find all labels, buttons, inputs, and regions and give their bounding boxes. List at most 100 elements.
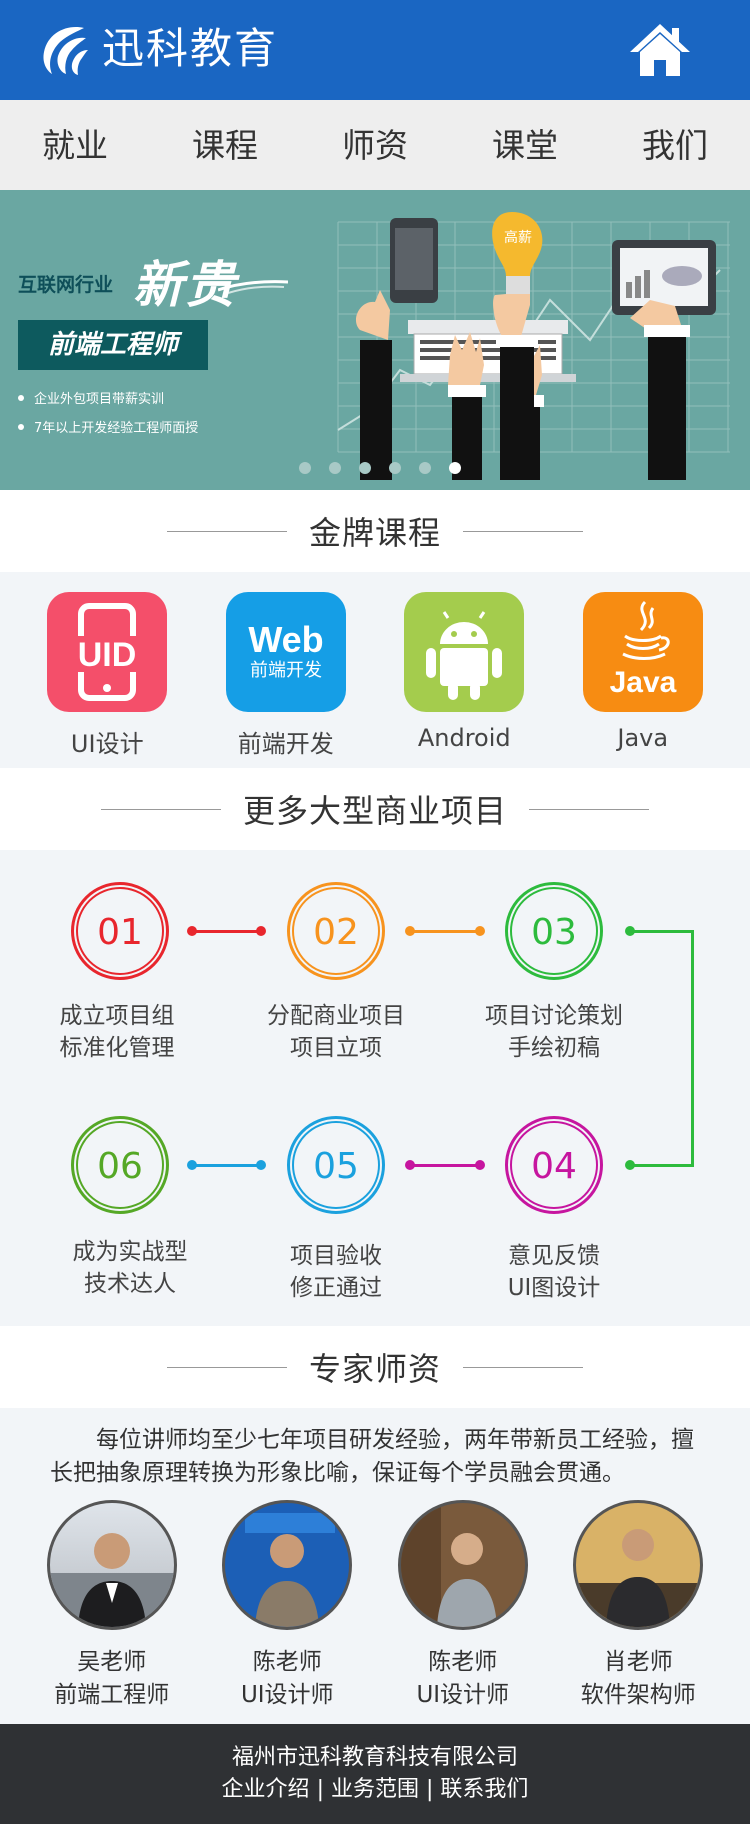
step-number: 03 — [510, 887, 598, 975]
nav-item-teachers[interactable]: 师资 — [300, 100, 450, 190]
project-process: 01 成立项目组 标准化管理 02 分配商业项目 项目立项 03 项目讨论策划 … — [0, 850, 750, 1326]
step-line: 修正通过 — [290, 1275, 382, 1301]
step-line: 项目验收 — [290, 1243, 382, 1269]
step-line: 手绘初稿 — [508, 1035, 600, 1061]
slide-dot[interactable] — [299, 462, 311, 474]
step-line: 成为实战型 — [72, 1239, 188, 1265]
avatar — [573, 1500, 704, 1630]
connector-line — [630, 1164, 694, 1167]
footer-link-business[interactable]: 业务范围 — [331, 1777, 419, 1802]
step-circle: 05 — [287, 1116, 385, 1214]
slide-dot[interactable] — [389, 462, 401, 474]
step-label: 项目讨论策划 手绘初稿 — [464, 1000, 644, 1064]
step-number: 01 — [76, 887, 164, 975]
teacher-name: 吴老师 — [77, 1649, 147, 1675]
banner-industry: 互联网行业 — [18, 274, 114, 296]
section-title: 金牌课程 — [308, 514, 441, 552]
step-label: 项目验收 修正通过 — [246, 1240, 426, 1304]
divider — [166, 1366, 287, 1368]
step-label: 成为实战型 技术达人 — [40, 1236, 220, 1300]
slide-indicators — [0, 462, 750, 474]
svg-text:Web: Web — [248, 619, 323, 660]
course-ui[interactable]: UID UI设计 — [32, 592, 182, 768]
step-number: 06 — [76, 1121, 164, 1209]
teacher-name: 肖老师 — [603, 1649, 673, 1675]
step-number: 02 — [292, 887, 380, 975]
section-header-projects: 更多大型商业项目 — [0, 768, 750, 850]
logo[interactable]: 迅科教育 — [38, 22, 278, 76]
connector-dot — [475, 1160, 485, 1170]
course-android[interactable]: Android — [389, 592, 539, 768]
teacher-card[interactable]: 陈老师 UI设计师 — [207, 1500, 367, 1732]
teacher-role: UI设计师 — [416, 1682, 510, 1708]
teachers-area: 每位讲师均至少七年项目研发经验，两年带新员工经验，擅长把抽象原理转换为形象比喻，… — [0, 1408, 750, 1728]
divider — [463, 1366, 583, 1368]
hero-banner[interactable]: 互联网行业 新贵 前端工程师 企业外包项目带薪实训 7年以上开发经验工程师面授 — [0, 190, 750, 490]
teacher-role: 软件架构师 — [580, 1682, 696, 1708]
course-label: UI设计 — [70, 730, 144, 758]
teacher-role: UI设计师 — [240, 1682, 334, 1708]
banner-illustration: 高薪 — [337, 212, 730, 480]
footer-links: 企业介绍 | 业务范围 | 联系我们 — [0, 1774, 750, 1806]
svg-text:UID: UID — [78, 636, 137, 674]
svg-text:前端开发: 前端开发 — [250, 660, 322, 681]
step-line: 技术达人 — [84, 1271, 176, 1297]
step-circle: 01 — [71, 882, 169, 980]
banner-copy: 互联网行业 新贵 前端工程师 企业外包项目带薪实训 7年以上开发经验工程师面授 — [18, 190, 338, 490]
slide-dot-active[interactable] — [449, 462, 461, 474]
slide-dot[interactable] — [359, 462, 371, 474]
course-list: UID UI设计 Web 前端开发 前端开发 Android Java Java — [0, 572, 750, 768]
divider — [529, 808, 649, 810]
divider — [463, 530, 583, 532]
nav-item-about[interactable]: 我们 — [600, 100, 750, 190]
avatar — [222, 1500, 353, 1630]
step-line: 项目立项 — [290, 1035, 382, 1061]
connector-line — [410, 1164, 480, 1167]
teacher-name: 陈老师 — [252, 1649, 322, 1675]
logo-swoosh-icon — [43, 27, 88, 75]
teacher-card[interactable]: 陈老师 UI设计师 — [383, 1500, 543, 1732]
swoosh-decoration-icon — [218, 280, 288, 294]
header: 迅科教育 — [0, 0, 750, 100]
uid-phone-icon: UID — [47, 592, 168, 712]
course-label: 前端开发 — [237, 730, 334, 758]
course-web[interactable]: Web 前端开发 前端开发 — [211, 592, 361, 768]
footer-link-contact[interactable]: 联系我们 — [440, 1777, 528, 1802]
course-java[interactable]: Java Java — [568, 592, 718, 768]
step-number: 05 — [292, 1121, 380, 1209]
step-line: 成立项目组 — [59, 1003, 175, 1029]
teacher-card[interactable]: 吴老师 前端工程师 — [32, 1500, 192, 1732]
connector-line — [630, 930, 694, 933]
course-label: Android — [417, 724, 511, 752]
connector-dot — [187, 1160, 197, 1170]
slide-dot[interactable] — [419, 462, 431, 474]
teacher-card[interactable]: 肖老师 软件架构师 — [558, 1500, 718, 1732]
connector-dot — [475, 926, 485, 936]
avatar — [46, 1500, 177, 1630]
nav-item-jobs[interactable]: 就业 — [0, 100, 150, 190]
connector-dot — [256, 926, 266, 936]
slide-dot[interactable] — [329, 462, 341, 474]
course-label: Java — [617, 724, 669, 752]
teacher-role: 前端工程师 — [54, 1682, 170, 1708]
divider — [166, 530, 287, 532]
step-label: 成立项目组 标准化管理 — [27, 1000, 207, 1064]
step-circle: 03 — [505, 882, 603, 980]
home-icon[interactable] — [628, 22, 692, 78]
connector-line — [192, 930, 260, 933]
android-icon — [404, 592, 525, 712]
footer-link-about[interactable]: 企业介绍 — [222, 1777, 310, 1802]
web-icon: Web 前端开发 — [225, 592, 346, 712]
section-header-teachers: 专家师资 — [0, 1326, 750, 1408]
footer-separator: | — [316, 1777, 324, 1802]
nav-item-courses[interactable]: 课程 — [150, 100, 300, 190]
step-label: 意见反馈 UI图设计 — [464, 1240, 644, 1304]
company-name: 福州市迅科教育科技有限公司 — [231, 1745, 518, 1770]
nav-item-classroom[interactable]: 课堂 — [450, 100, 600, 190]
main-nav: 就业 课程 师资 课堂 我们 — [0, 100, 750, 190]
banner-bullet: 7年以上开发经验工程师面授 — [18, 417, 198, 436]
teachers-intro: 每位讲师均至少七年项目研发经验，两年带新员工经验，擅长把抽象原理转换为形象比喻，… — [50, 1427, 694, 1486]
banner-bullet: 企业外包项目带薪实训 — [18, 388, 164, 407]
step-circle: 02 — [287, 882, 385, 980]
avatar — [397, 1500, 528, 1630]
